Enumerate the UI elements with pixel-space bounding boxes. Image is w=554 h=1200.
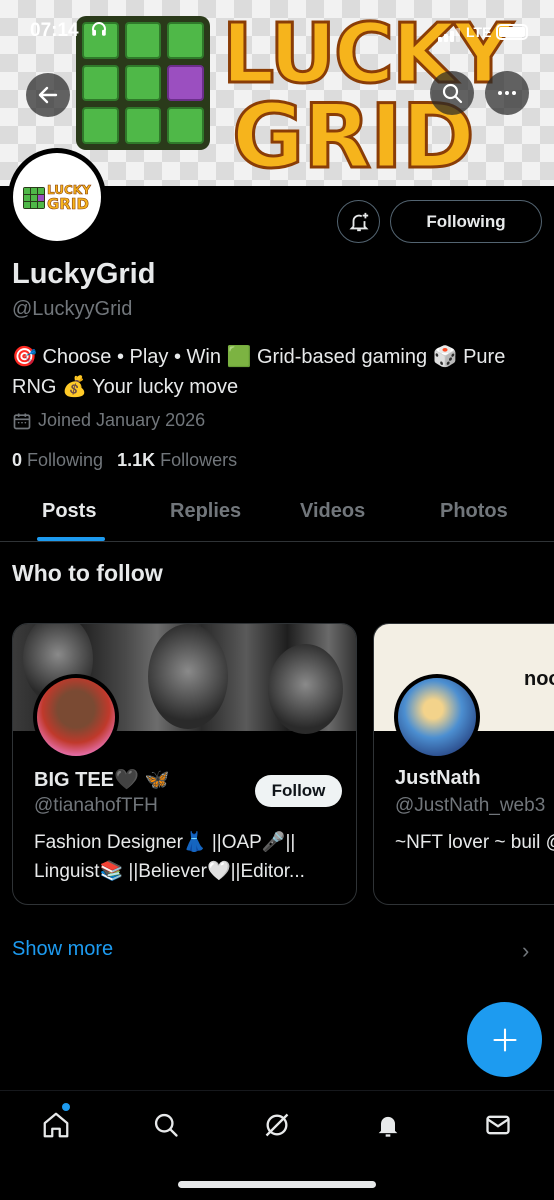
follow-button[interactable]: Follow <box>255 775 342 807</box>
suggestion-card[interactable]: noo JustNath @JustNath_web3 ~NFT lover ~… <box>373 623 554 905</box>
plus-icon <box>492 1027 517 1052</box>
following-count: 0 <box>12 450 23 470</box>
nav-home[interactable] <box>36 1105 76 1145</box>
nav-grok[interactable] <box>257 1105 297 1145</box>
card-handle: @tianahofTFH <box>34 795 158 816</box>
profile-bio: 🎯 Choose • Play • Win 🟩 Grid-based gamin… <box>12 346 506 398</box>
followers-link[interactable]: 1.1K Followers <box>117 450 237 471</box>
following-link[interactable]: 0 Following <box>12 450 103 471</box>
back-button[interactable] <box>26 73 70 117</box>
nav-search[interactable] <box>146 1105 186 1145</box>
followers-label: Followers <box>160 450 238 470</box>
more-button[interactable] <box>485 71 529 115</box>
avatar[interactable] <box>33 674 119 760</box>
bell-plus-icon <box>348 212 369 231</box>
joined-date: Joined January 2026 <box>12 410 205 431</box>
who-to-follow-title: Who to follow <box>12 560 163 586</box>
calendar-icon <box>13 413 31 429</box>
avatar-logo-text: LUCKY GRID <box>47 183 91 213</box>
status-time: 07:14 <box>30 20 79 41</box>
signal-icon <box>438 28 460 42</box>
card-name: BIG TEE🖤 🦋 <box>34 769 170 791</box>
messages-icon <box>486 1115 510 1135</box>
avatar-line2: GRID <box>47 195 90 213</box>
search-icon <box>442 83 463 104</box>
following-button[interactable]: Following <box>390 200 542 243</box>
card-name: JustNath <box>395 767 481 789</box>
tab-replies[interactable]: Replies <box>170 500 241 523</box>
card-bio: Fashion Designer👗 ||OAP🎤|| Linguist📚 ||B… <box>34 832 305 882</box>
joined-label: Joined January 2026 <box>38 410 206 430</box>
suggestion-card[interactable]: BIG TEE🖤 🦋 @tianahofTFH Fashion Designer… <box>12 623 357 905</box>
notifications-toggle-button[interactable] <box>337 200 380 243</box>
card-bio: ~NFT lover ~ buil @daonoobs ~Re <box>395 832 554 853</box>
profile-tabs: Posts Replies Videos Photos <box>0 484 554 542</box>
notifications-icon <box>378 1116 398 1137</box>
nav-messages[interactable] <box>478 1105 518 1145</box>
unread-dot <box>62 1103 70 1111</box>
compose-button[interactable] <box>467 1002 542 1077</box>
battery-icon <box>496 24 528 40</box>
search-button[interactable] <box>430 71 474 115</box>
followers-count: 1.1K <box>117 450 156 470</box>
banner-line2: GRID <box>231 85 477 186</box>
profile-avatar[interactable]: LUCKY GRID <box>8 148 106 246</box>
tab-videos[interactable]: Videos <box>300 500 365 523</box>
home-icon <box>43 1112 69 1138</box>
card-cover-text: noo <box>524 668 554 690</box>
profile-name: LuckyGrid <box>12 258 156 290</box>
status-bar: 07:14 LTE <box>0 18 554 48</box>
following-label: Following <box>27 450 104 470</box>
tab-posts[interactable]: Posts <box>42 500 96 523</box>
home-indicator <box>178 1181 376 1188</box>
avatar[interactable] <box>394 674 480 760</box>
tab-photos[interactable]: Photos <box>440 500 508 523</box>
avatar-grid-logo <box>23 187 45 209</box>
follow-stats: 0 Following 1.1K Followers <box>12 450 237 471</box>
card-handle: @JustNath_web3 <box>395 795 546 816</box>
network-label: LTE <box>466 24 492 40</box>
arrow-left-icon <box>38 86 58 104</box>
grok-icon <box>265 1113 289 1137</box>
active-tab-indicator <box>37 537 105 541</box>
headphones-icon <box>90 20 108 43</box>
chevron-right-icon[interactable]: › <box>522 938 529 964</box>
nav-notifications[interactable] <box>368 1105 408 1145</box>
more-horizontal-icon <box>498 91 516 95</box>
search-icon <box>154 1113 178 1137</box>
show-more-link[interactable]: Show more <box>12 938 113 961</box>
profile-handle: @LuckyyGrid <box>12 298 133 320</box>
